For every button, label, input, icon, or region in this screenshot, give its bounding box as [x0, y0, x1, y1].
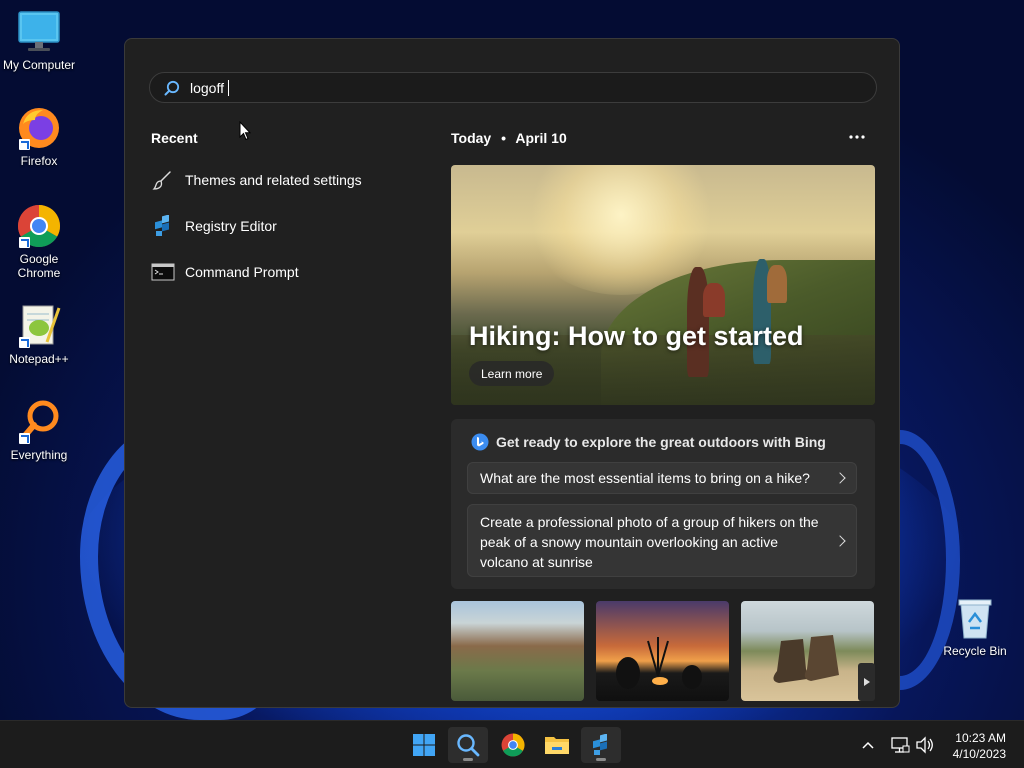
recent-item-themes[interactable]: Themes and related settings	[151, 163, 411, 197]
shortcut-arrow-icon	[19, 433, 30, 444]
bing-question[interactable]: What are the most essential items to bri…	[467, 462, 857, 494]
chevron-right-icon	[834, 472, 846, 484]
everything-icon	[17, 400, 61, 444]
folder-icon	[545, 737, 569, 754]
cmd-icon	[151, 260, 175, 284]
desktop-icon-label: Recycle Bin	[943, 644, 1007, 658]
bing-card: Get ready to explore the great outdoors …	[451, 419, 875, 589]
chevron-up-icon	[862, 741, 874, 749]
speaker-icon	[916, 736, 933, 754]
taskbar-chrome[interactable]	[493, 727, 533, 763]
bing-heading: Get ready to explore the great outdoors …	[471, 433, 826, 451]
bing-heading-text: Get ready to explore the great outdoors …	[496, 434, 826, 450]
search-panel: Recent Themes and related settings Regis…	[124, 38, 900, 708]
clock[interactable]: 10:23 AM 4/10/2023	[953, 730, 1006, 762]
hero-title: Hiking: How to get started	[469, 321, 804, 351]
mouse-pointer-icon	[239, 121, 251, 141]
today-separator: •	[501, 130, 506, 146]
chevron-right-icon	[834, 534, 846, 547]
campfire-image-icon	[616, 637, 702, 689]
taskbar-search-button[interactable]	[448, 727, 488, 763]
bing-question-text: Create a professional photo of a group o…	[480, 513, 819, 570]
today-header: Today • April 10	[451, 130, 567, 146]
recent-item-command-prompt[interactable]: Command Prompt	[151, 255, 411, 289]
notepadpp-icon	[17, 304, 61, 348]
chrome-icon	[501, 733, 525, 757]
brush-icon	[151, 168, 175, 192]
desktop-icon-notepadpp[interactable]: Notepad++	[0, 304, 78, 366]
news-thumbnail[interactable]	[596, 601, 729, 701]
start-button[interactable]	[404, 727, 444, 763]
desktop-icon-label: Google Chrome	[17, 252, 61, 280]
search-icon	[164, 80, 180, 95]
hero-image-backpack	[767, 265, 787, 303]
taskbar-registry-editor[interactable]	[581, 727, 621, 763]
news-thumbnail[interactable]	[451, 601, 584, 701]
search-box[interactable]	[149, 72, 877, 103]
thumbnails-next-button[interactable]	[858, 663, 875, 701]
recycle-bin-icon	[953, 596, 997, 640]
desktop-icon-everything[interactable]: Everything	[0, 400, 78, 462]
volume-button[interactable]	[915, 735, 935, 755]
desktop-icon-recycle-bin[interactable]: Recycle Bin	[936, 596, 1014, 658]
desktop-icon-chrome[interactable]: Google Chrome	[0, 204, 78, 280]
desktop-icon-label: Notepad++	[9, 352, 69, 366]
news-thumbnail[interactable]	[741, 601, 874, 701]
bing-icon	[471, 433, 489, 451]
registry-icon	[151, 214, 175, 238]
chrome-icon	[17, 204, 61, 248]
more-options-button[interactable]	[843, 127, 871, 147]
today-date: April 10	[515, 130, 567, 146]
shortcut-arrow-icon	[19, 139, 30, 150]
shortcut-arrow-icon	[19, 237, 30, 248]
boots-image-icon	[773, 635, 839, 683]
desktop-icon-my-computer[interactable]: My Computer	[0, 10, 78, 72]
clock-date: 4/10/2023	[952, 747, 1006, 761]
firefox-icon	[17, 106, 61, 150]
recent-item-label: Registry Editor	[185, 218, 277, 234]
recent-title: Recent	[151, 130, 198, 146]
registry-icon	[593, 734, 607, 755]
recent-item-label: Themes and related settings	[185, 172, 362, 188]
desktop-icon-label: Everything	[10, 448, 68, 462]
search-icon	[457, 734, 480, 757]
bing-question[interactable]: Create a professional photo of a group o…	[467, 504, 857, 577]
shortcut-arrow-icon	[19, 337, 30, 348]
recent-item-registry-editor[interactable]: Registry Editor	[151, 209, 411, 243]
windows-logo-icon	[413, 734, 435, 756]
recent-item-label: Command Prompt	[185, 264, 299, 280]
play-right-icon	[863, 678, 870, 686]
monitor-icon	[17, 10, 61, 54]
hero-image-backpack	[703, 283, 725, 317]
taskbar: 10:23 AM 4/10/2023	[0, 720, 1024, 768]
more-icon	[849, 135, 865, 139]
desktop-icon-firefox[interactable]: Firefox	[0, 106, 78, 168]
network-icon	[891, 737, 910, 753]
today-title: Today	[451, 130, 492, 146]
clock-time: 10:23 AM	[955, 731, 1006, 745]
learn-more-button[interactable]: Learn more	[469, 361, 555, 386]
text-caret	[228, 79, 229, 96]
desktop-icon-label: My Computer	[2, 58, 76, 72]
show-hidden-icons-button[interactable]	[858, 735, 878, 755]
desktop-icon-label: Firefox	[20, 154, 58, 168]
network-button[interactable]	[890, 735, 910, 755]
bing-question-text: What are the most essential items to bri…	[480, 470, 810, 486]
hero-card[interactable]: Hiking: How to get started Learn more	[451, 165, 875, 405]
taskbar-file-explorer[interactable]	[537, 727, 577, 763]
